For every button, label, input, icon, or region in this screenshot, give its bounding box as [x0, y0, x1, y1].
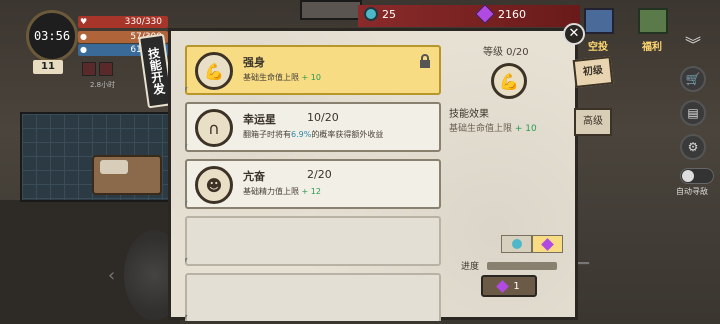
desc-suffix: 的概率获得额外收益 — [311, 130, 384, 139]
skill-level: 2/20 — [307, 168, 332, 181]
buff-icons — [82, 62, 113, 76]
skill-card-lucky-star[interactable]: ∩ 幸运星 10/20 翻箱子时将有6.9%的概率获得额外收益 — [185, 102, 441, 155]
top-center-button[interactable] — [300, 0, 362, 20]
progress-label: 进度 — [461, 262, 480, 272]
pin-icon — [185, 143, 192, 155]
skill-desc: 基础精力值上限 + 12 — [243, 186, 321, 197]
effect-desc: 基础生命值上限 — [449, 124, 513, 134]
auto-target-label: 自动寻敌 — [676, 187, 708, 196]
gift-box-icon[interactable] — [638, 8, 668, 34]
desc-text: 基础生命值上限 — [243, 73, 299, 82]
buff-icon[interactable] — [99, 62, 113, 76]
desc-text: 基础精力值上限 — [243, 187, 299, 196]
upgrade-button[interactable]: 1 — [481, 275, 537, 297]
skill-name: 亢奋 — [243, 170, 265, 183]
water-drop-icon: ● — [80, 45, 87, 54]
coin-icon — [511, 239, 522, 249]
pin-icon — [185, 200, 192, 212]
chevron-left-icon: ‹ — [108, 265, 116, 286]
gem-currency-tab[interactable] — [532, 235, 563, 253]
skill-name: 幸运星 — [243, 113, 276, 126]
inventory-icon[interactable]: ▤ — [680, 100, 706, 126]
skill-desc: 翻箱子时将有6.9%的概率获得额外收益 — [243, 129, 383, 140]
horseshoe-icon: ∩ — [195, 109, 233, 147]
skill-desc: 基础生命值上限 + 10 — [243, 72, 321, 83]
empty-skill-slot — [185, 216, 441, 269]
airdrop-label[interactable]: 空投 — [588, 38, 608, 53]
skill-card-excited[interactable]: ☻ 亢奋 2/20 基础精力值上限 + 12 — [185, 159, 441, 212]
desc-bonus: + 10 — [301, 73, 321, 82]
welfare-label[interactable]: 福利 — [642, 38, 662, 53]
buff-icon[interactable] — [82, 62, 96, 76]
skill-panel: 💪 强身 基础生命值上限 + 10 ∩ 幸运星 10/20 翻箱子时将有6.9%… — [168, 28, 578, 321]
game-clock: 03:56 — [26, 10, 78, 62]
gem-count: 2160 — [498, 8, 526, 21]
food-icon: ● — [80, 32, 87, 41]
airdrop-crate-icon[interactable] — [584, 8, 614, 34]
gear-icon[interactable]: ⚙ — [680, 134, 706, 160]
chevron-down-icon[interactable]: ︾ — [680, 34, 706, 60]
tab-basic[interactable]: 初级 — [572, 56, 614, 88]
pin-icon — [185, 314, 192, 321]
pin-icon — [185, 86, 192, 98]
skill-list: 💪 强身 基础生命值上限 + 10 ∩ 幸运星 10/20 翻箱子时将有6.9%… — [185, 45, 441, 321]
effect-title: 技能效果 — [449, 109, 489, 120]
pin-icon — [185, 257, 192, 269]
muscle-icon: 💪 — [491, 63, 527, 99]
skill-level-detail: 等级 0/20 — [483, 47, 529, 58]
desc-bonus: + 12 — [301, 187, 321, 196]
desc-percent: 6.9% — [291, 130, 312, 139]
coin-icon — [364, 7, 378, 21]
upgrade-cost: 1 — [513, 280, 520, 292]
muscle-icon: 💪 — [195, 52, 233, 90]
shop-cart-icon[interactable]: 🛒 — [680, 66, 706, 92]
effect-text: 基础生命值上限 + 10 — [449, 121, 537, 134]
tab-advanced[interactable]: 高级 — [574, 108, 612, 136]
skill-card-strength[interactable]: 💪 强身 基础生命值上限 + 10 — [185, 45, 441, 98]
skill-name: 强身 — [243, 56, 265, 69]
currency-selector — [501, 235, 563, 253]
desc-text: 翻箱子时将有 — [243, 130, 291, 139]
close-button[interactable]: ✕ — [563, 23, 585, 45]
health-bar: ♥ 330/330 — [78, 16, 168, 28]
coin-currency-tab[interactable] — [501, 235, 532, 253]
brain-icon: ☻ — [195, 166, 233, 204]
empty-skill-slot — [185, 273, 441, 321]
gem-icon — [496, 279, 510, 293]
bed-pillow — [100, 160, 128, 174]
buff-timer: 2.8小时 — [90, 81, 116, 89]
lock-icon — [420, 54, 430, 68]
heart-icon: ♥ — [80, 17, 88, 26]
day-counter: 11 — [33, 60, 63, 74]
toggle-knob — [682, 170, 694, 182]
gem-icon — [541, 237, 554, 251]
effect-bonus: + 10 — [514, 124, 537, 134]
health-value: 330/330 — [124, 17, 162, 27]
coin-count: 25 — [382, 8, 396, 21]
skill-level: 10/20 — [307, 111, 339, 124]
progress-bar — [487, 262, 557, 270]
